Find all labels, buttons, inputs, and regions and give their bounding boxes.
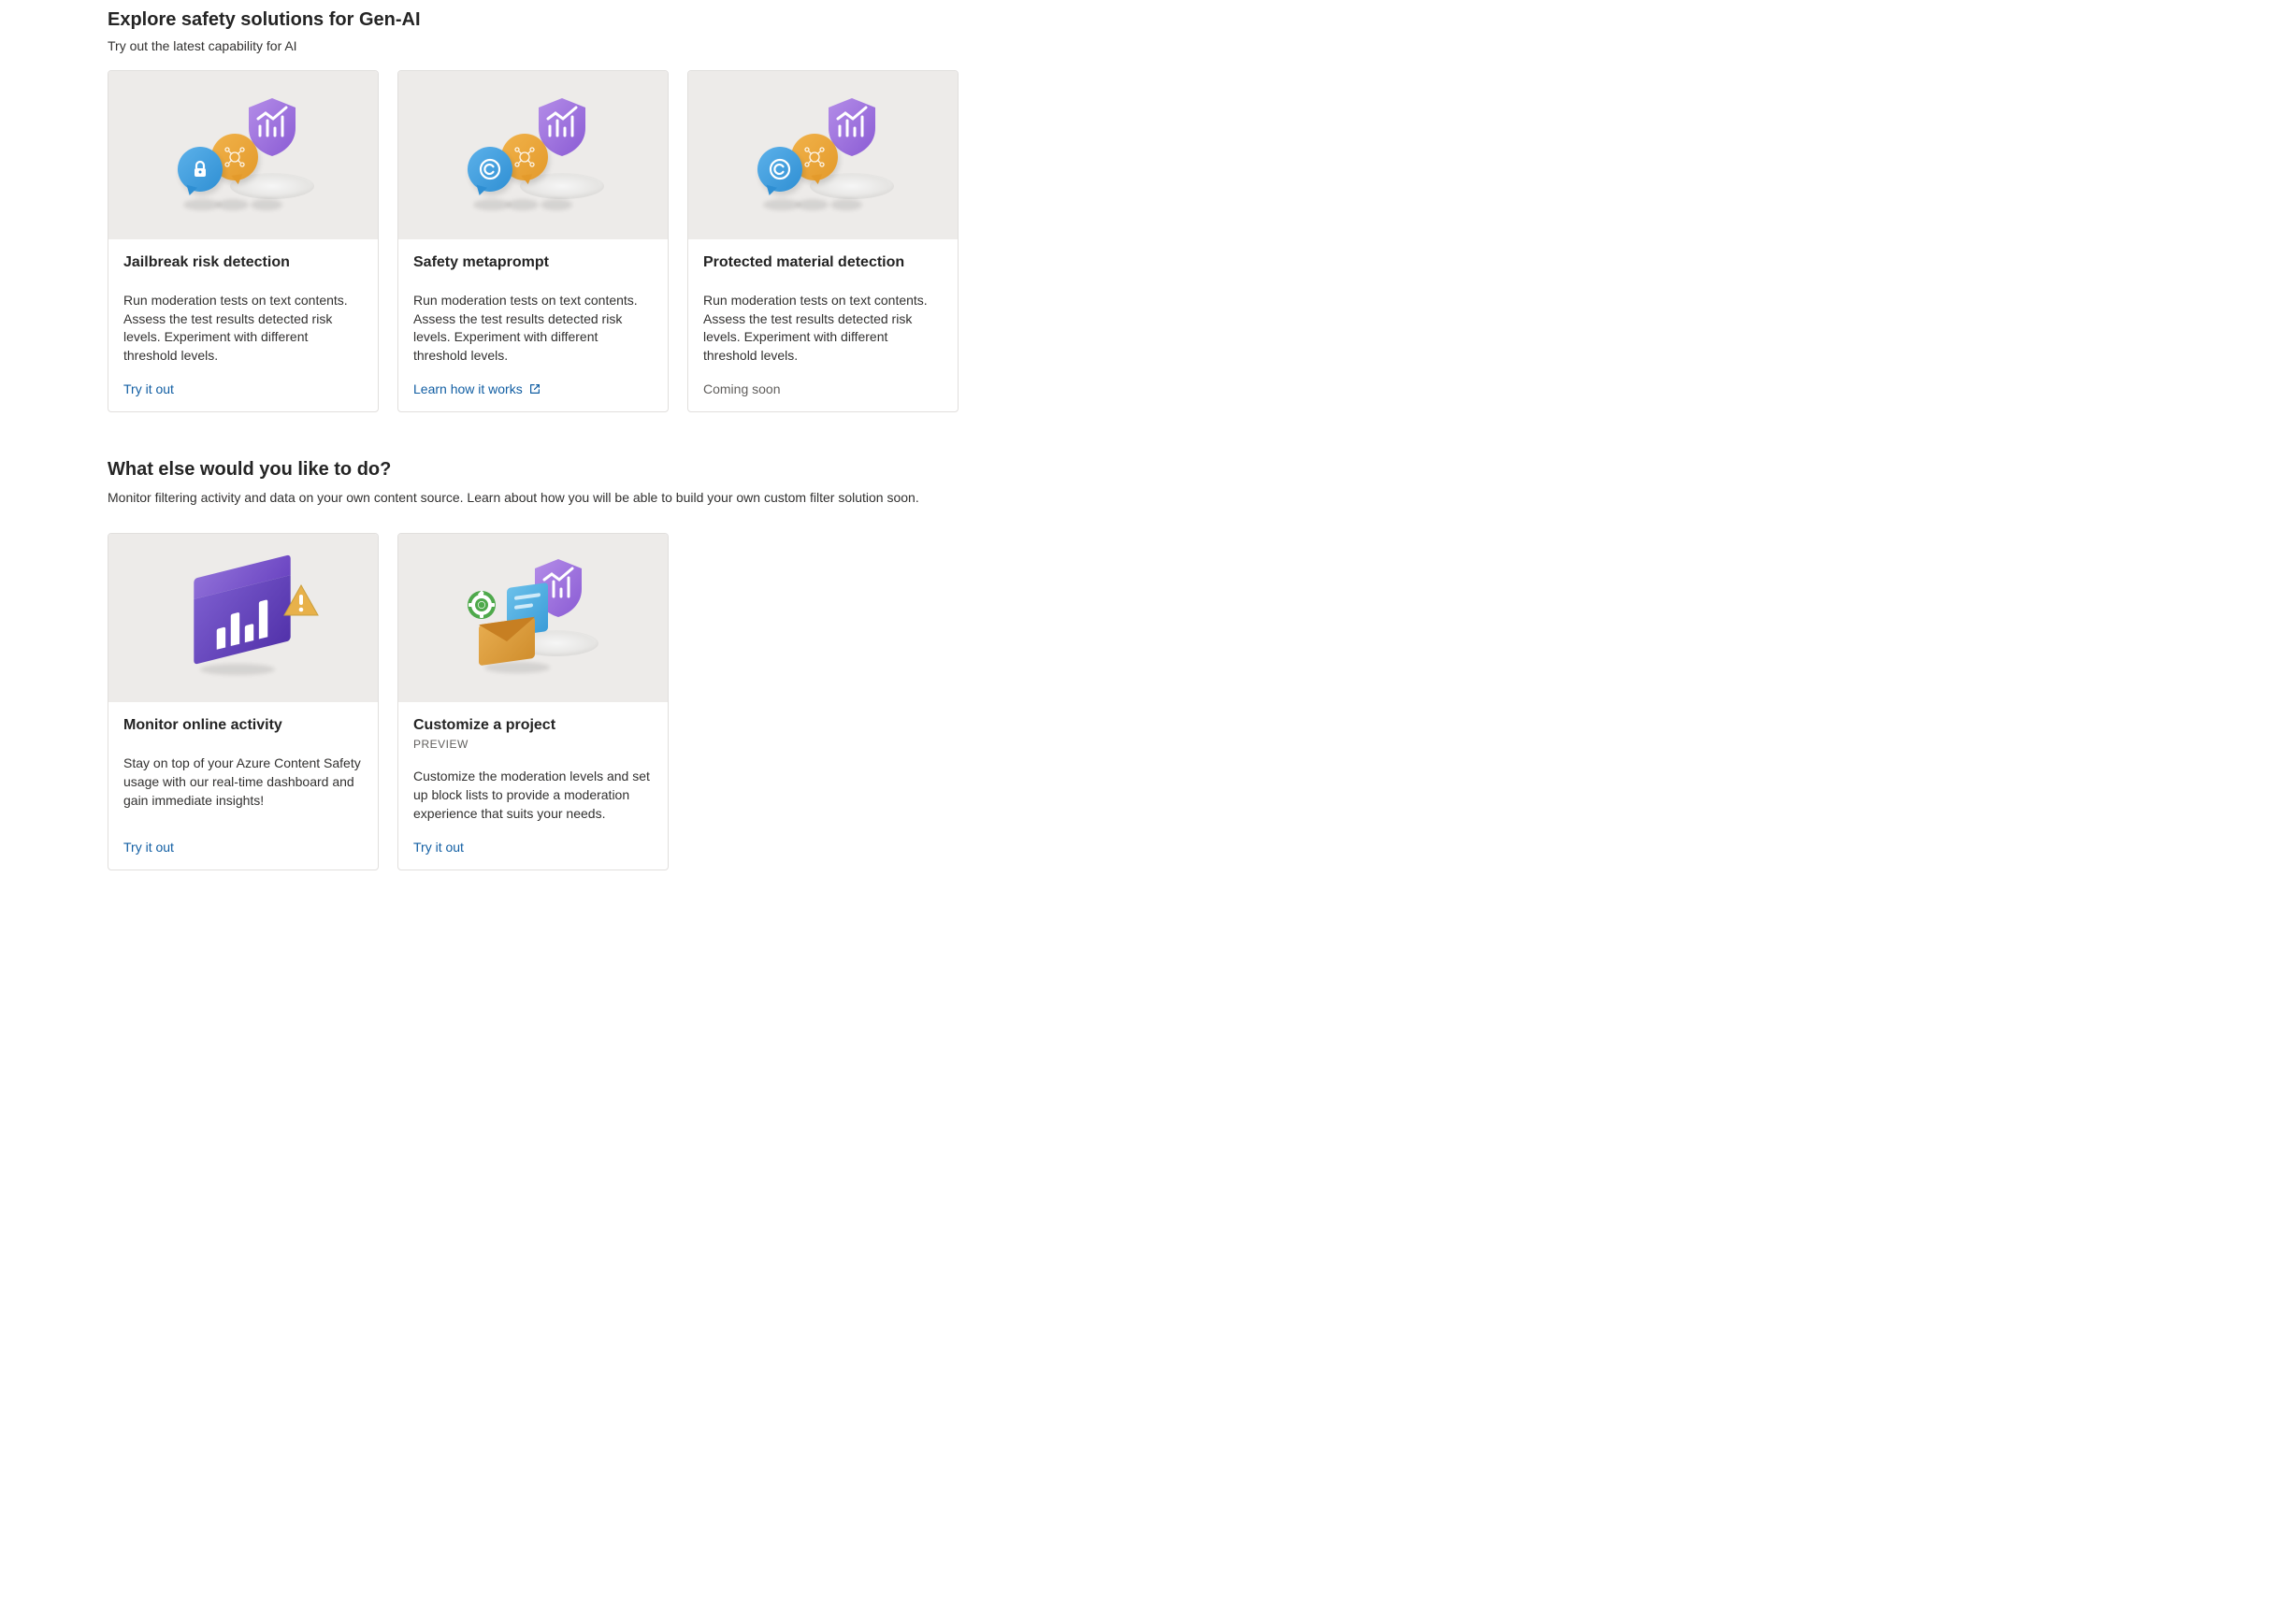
card-title: Customize a project [413, 717, 653, 734]
copyright-icon [478, 157, 502, 181]
try-it-out-link[interactable]: Try it out [413, 840, 653, 855]
card-illustration [108, 71, 378, 239]
speech-bubble-blue-icon [757, 147, 802, 192]
coming-soon-label: Coming soon [703, 381, 943, 396]
card-illustration [108, 534, 378, 702]
dashboard-icon [194, 554, 290, 665]
speech-bubble-blue-icon [178, 147, 223, 192]
section2-cards: Monitor online activity Stay on top of y… [108, 533, 2170, 870]
card-jailbreak-risk-detection[interactable]: Jailbreak risk detection Run moderation … [108, 70, 379, 412]
section1-subtitle: Try out the latest capability for AI [108, 38, 2170, 53]
card-protected-material-detection[interactable]: Protected material detection Run moderat… [687, 70, 959, 412]
warning-icon [282, 583, 320, 617]
card-description: Customize the moderation levels and set … [413, 768, 653, 823]
section2-title: What else would you like to do? [108, 459, 2170, 481]
card-description: Run moderation tests on text contents. A… [123, 292, 363, 365]
speech-bubble-blue-icon [468, 147, 512, 192]
gear-icon [466, 589, 497, 621]
card-description: Run moderation tests on text contents. A… [703, 292, 943, 365]
learn-how-it-works-link[interactable]: Learn how it works [413, 381, 653, 396]
card-monitor-online-activity[interactable]: Monitor online activity Stay on top of y… [108, 533, 379, 870]
link-label: Learn how it works [413, 381, 523, 396]
card-title: Safety metaprompt [413, 254, 653, 271]
section2-subtitle: Monitor filtering activity and data on y… [108, 490, 2170, 505]
lock-icon [189, 158, 211, 180]
card-illustration [688, 71, 958, 239]
try-it-out-link[interactable]: Try it out [123, 381, 363, 396]
card-description: Run moderation tests on text contents. A… [413, 292, 653, 365]
try-it-out-link[interactable]: Try it out [123, 840, 363, 855]
card-title: Jailbreak risk detection [123, 254, 363, 271]
card-title: Monitor online activity [123, 717, 363, 734]
section1-cards: Jailbreak risk detection Run moderation … [108, 70, 2170, 412]
card-title: Protected material detection [703, 254, 943, 271]
card-description: Stay on top of your Azure Content Safety… [123, 755, 363, 810]
section1-title: Explore safety solutions for Gen-AI [108, 9, 2170, 31]
card-illustration [398, 71, 668, 239]
card-illustration [398, 534, 668, 702]
external-link-icon [528, 382, 541, 395]
card-customize-a-project[interactable]: Customize a project PREVIEW Customize th… [397, 533, 669, 870]
copyright-icon [768, 157, 792, 181]
envelope-icon [479, 617, 535, 666]
card-safety-metaprompt[interactable]: Safety metaprompt Run moderation tests o… [397, 70, 669, 412]
preview-badge: PREVIEW [413, 738, 653, 751]
